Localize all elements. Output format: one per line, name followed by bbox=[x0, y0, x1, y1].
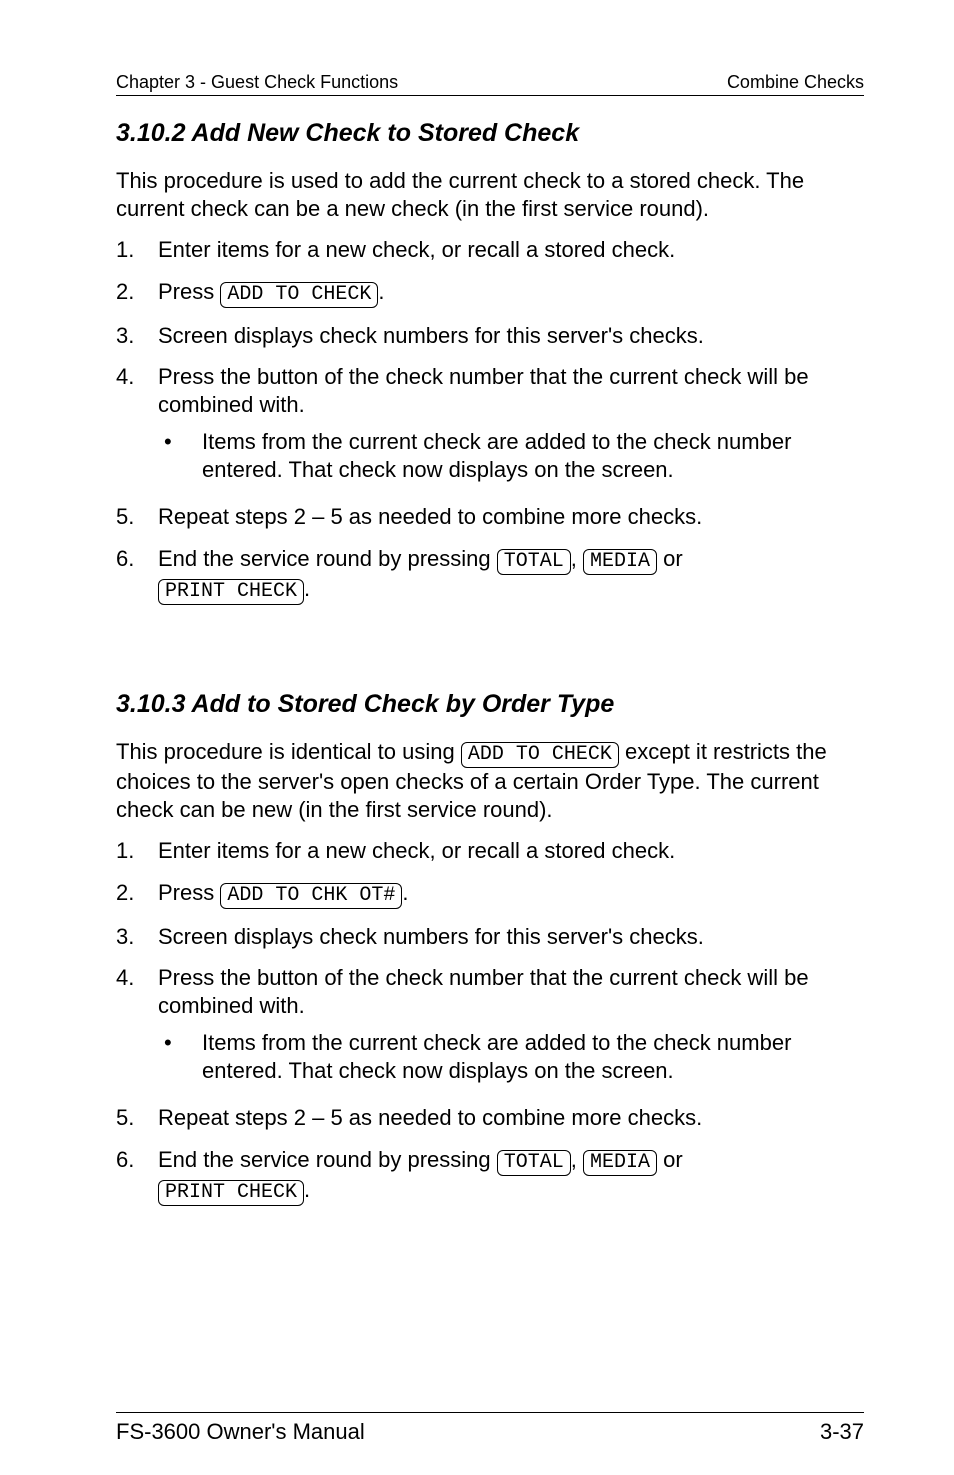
step-sep: or bbox=[657, 546, 683, 571]
section-a-steps: 1. Enter items for a new check, or recal… bbox=[116, 236, 864, 605]
section-b-steps: 1. Enter items for a new check, or recal… bbox=[116, 837, 864, 1206]
bullet-item: • Items from the current check are added… bbox=[158, 428, 864, 483]
keycap-print-check: PRINT CHECK bbox=[158, 1180, 304, 1206]
step-number: 2. bbox=[116, 879, 158, 909]
intro-prefix: This procedure is identical to using bbox=[116, 739, 461, 764]
footer-left: FS-3600 Owner's Manual bbox=[116, 1419, 365, 1445]
header-left: Chapter 3 - Guest Check Functions bbox=[116, 72, 398, 93]
step-text: Enter items for a new check, or recall a… bbox=[158, 837, 864, 865]
step-body: End the service round by pressing TOTAL,… bbox=[158, 545, 864, 605]
step-sep: , bbox=[571, 546, 583, 571]
step-text: Repeat steps 2 – 5 as needed to combine … bbox=[158, 1104, 864, 1132]
keycap-add-to-check: ADD TO CHECK bbox=[461, 742, 619, 768]
step-body: Press the button of the check number tha… bbox=[158, 363, 864, 489]
footer-right: 3-37 bbox=[820, 1419, 864, 1445]
step-body: End the service round by pressing TOTAL,… bbox=[158, 1146, 864, 1206]
step-suffix: . bbox=[402, 880, 408, 905]
step-prefix: Press bbox=[158, 880, 220, 905]
step-number: 4. bbox=[116, 363, 158, 489]
step-item: 2. Press ADD TO CHECK. bbox=[116, 278, 864, 308]
step-item: 3. Screen displays check numbers for thi… bbox=[116, 923, 864, 951]
page-content: 3.10.2 Add New Check to Stored Check Thi… bbox=[116, 96, 864, 1372]
step-body: Press ADD TO CHECK. bbox=[158, 278, 864, 308]
step-item: 6. End the service round by pressing TOT… bbox=[116, 545, 864, 605]
bullet-text: Items from the current check are added t… bbox=[202, 428, 864, 483]
step-number: 6. bbox=[116, 545, 158, 605]
step-prefix: Press bbox=[158, 279, 220, 304]
step-number: 1. bbox=[116, 236, 158, 264]
step-item: 3. Screen displays check numbers for thi… bbox=[116, 322, 864, 350]
keycap-total: TOTAL bbox=[497, 1150, 571, 1176]
step-text: Enter items for a new check, or recall a… bbox=[158, 236, 864, 264]
step-bullets: • Items from the current check are added… bbox=[158, 428, 864, 483]
step-text: Screen displays check numbers for this s… bbox=[158, 322, 864, 350]
keycap-total: TOTAL bbox=[497, 549, 571, 575]
step-sep: , bbox=[571, 1147, 583, 1172]
step-text: Press the button of the check number tha… bbox=[158, 965, 809, 1018]
section-b-intro: This procedure is identical to using ADD… bbox=[116, 738, 864, 823]
bullet-item: • Items from the current check are added… bbox=[158, 1029, 864, 1084]
section-a-intro: This procedure is used to add the curren… bbox=[116, 167, 864, 222]
step-body: Press the button of the check number tha… bbox=[158, 964, 864, 1090]
step-item: 6. End the service round by pressing TOT… bbox=[116, 1146, 864, 1206]
step-prefix: End the service round by pressing bbox=[158, 1147, 497, 1172]
section-a-title: 3.10.2 Add New Check to Stored Check bbox=[116, 118, 864, 149]
page-header: Chapter 3 - Guest Check Functions Combin… bbox=[116, 72, 864, 96]
step-text: Screen displays check numbers for this s… bbox=[158, 923, 864, 951]
page-footer: FS-3600 Owner's Manual 3-37 bbox=[116, 1412, 864, 1445]
step-number: 3. bbox=[116, 322, 158, 350]
step-suffix: . bbox=[304, 1177, 310, 1202]
step-number: 1. bbox=[116, 837, 158, 865]
step-suffix: . bbox=[378, 279, 384, 304]
step-item: 1. Enter items for a new check, or recal… bbox=[116, 236, 864, 264]
step-body: Press ADD TO CHK OT#. bbox=[158, 879, 864, 909]
step-number: 3. bbox=[116, 923, 158, 951]
step-text: Press the button of the check number tha… bbox=[158, 364, 809, 417]
step-item: 1. Enter items for a new check, or recal… bbox=[116, 837, 864, 865]
keycap-media: MEDIA bbox=[583, 1150, 657, 1176]
section-b-title: 3.10.3 Add to Stored Check by Order Type bbox=[116, 689, 864, 720]
keycap-media: MEDIA bbox=[583, 549, 657, 575]
step-suffix: . bbox=[304, 576, 310, 601]
keycap-print-check: PRINT CHECK bbox=[158, 579, 304, 605]
bullet-text: Items from the current check are added t… bbox=[202, 1029, 864, 1084]
step-item: 4. Press the button of the check number … bbox=[116, 363, 864, 489]
step-number: 5. bbox=[116, 1104, 158, 1132]
header-right: Combine Checks bbox=[727, 72, 864, 93]
step-text: Repeat steps 2 – 5 as needed to combine … bbox=[158, 503, 864, 531]
keycap-add-to-check: ADD TO CHECK bbox=[220, 282, 378, 308]
section-gap bbox=[116, 619, 864, 667]
bullet-icon: • bbox=[158, 428, 202, 483]
step-number: 4. bbox=[116, 964, 158, 1090]
step-item: 5. Repeat steps 2 – 5 as needed to combi… bbox=[116, 503, 864, 531]
step-bullets: • Items from the current check are added… bbox=[158, 1029, 864, 1084]
step-number: 5. bbox=[116, 503, 158, 531]
step-number: 6. bbox=[116, 1146, 158, 1206]
step-item: 5. Repeat steps 2 – 5 as needed to combi… bbox=[116, 1104, 864, 1132]
step-item: 2. Press ADD TO CHK OT#. bbox=[116, 879, 864, 909]
step-sep: or bbox=[657, 1147, 683, 1172]
step-item: 4. Press the button of the check number … bbox=[116, 964, 864, 1090]
step-number: 2. bbox=[116, 278, 158, 308]
keycap-add-to-chk-ot: ADD TO CHK OT# bbox=[220, 883, 402, 909]
step-prefix: End the service round by pressing bbox=[158, 546, 497, 571]
page: Chapter 3 - Guest Check Functions Combin… bbox=[0, 0, 954, 1475]
bullet-icon: • bbox=[158, 1029, 202, 1084]
